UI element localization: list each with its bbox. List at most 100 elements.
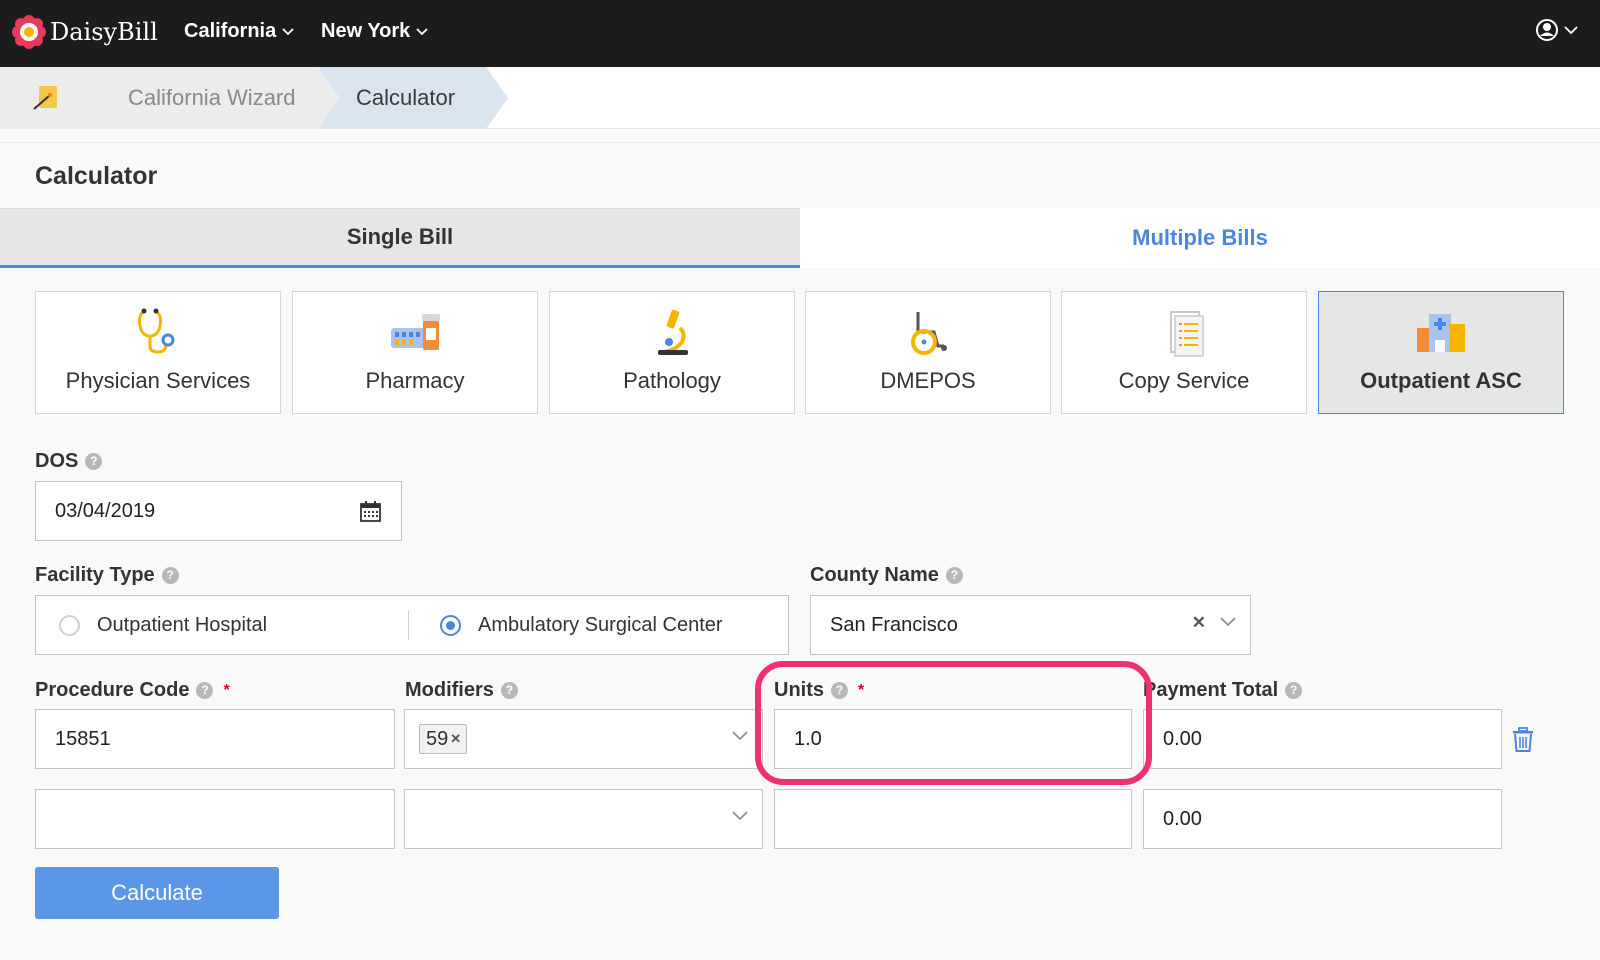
breadcrumb-home[interactable] xyxy=(0,67,92,129)
remove-tag-icon[interactable]: ✕ xyxy=(450,731,461,747)
service-card-label: Physician Services xyxy=(65,368,251,393)
radio-button[interactable] xyxy=(59,614,80,636)
bill-tabs: Single Bill Multiple Bills xyxy=(0,208,1600,268)
facility-type-label-text: Facility Type xyxy=(35,564,155,586)
radio-button-selected[interactable] xyxy=(440,614,461,636)
facility-type-label: Facility Type ? xyxy=(35,564,179,587)
calendar-icon[interactable] xyxy=(360,501,381,522)
help-icon[interactable]: ? xyxy=(1285,682,1303,699)
service-card-label: Pathology xyxy=(623,368,721,393)
divider xyxy=(0,142,1600,143)
radio-option-ambulatory-surgical-center[interactable]: Ambulatory Surgical Center xyxy=(440,596,723,654)
daisy-logo-icon xyxy=(12,15,46,49)
dos-label: DOS ? xyxy=(35,450,103,473)
dos-label-text: DOS xyxy=(35,450,79,472)
stethoscope-icon xyxy=(138,308,175,354)
procedure-code-input[interactable]: 15851 xyxy=(35,709,395,769)
breadcrumb: California Wizard Calculator xyxy=(0,67,1600,129)
procedure-code-label: Procedure Code ? * xyxy=(35,679,230,702)
service-card-label: Pharmacy xyxy=(365,368,465,393)
service-card-dmepos[interactable]: DMEPOS xyxy=(805,291,1051,414)
service-card-copy-service[interactable]: Copy Service xyxy=(1061,291,1307,414)
help-icon[interactable]: ? xyxy=(945,567,963,584)
service-card-outpatient-asc[interactable]: Outpatient ASC xyxy=(1318,291,1564,414)
breadcrumb-item-calculator[interactable]: Calculator xyxy=(318,67,486,129)
top-navbar: DaisyBill California New York xyxy=(0,0,1600,67)
units-input[interactable]: 1.0 xyxy=(774,709,1132,769)
chevron-down-icon[interactable] xyxy=(732,811,748,821)
tab-single-bill[interactable]: Single Bill xyxy=(0,208,800,268)
modifier-tag-label: 59 xyxy=(426,727,449,750)
modifiers-select[interactable]: 59 ✕ xyxy=(404,709,763,769)
service-card-physician-services[interactable]: Physician Services xyxy=(35,291,281,414)
user-menu[interactable] xyxy=(1535,18,1578,42)
help-icon[interactable]: ? xyxy=(196,682,214,699)
nav-menu-california[interactable]: California xyxy=(184,20,294,43)
chevron-down-icon xyxy=(1564,25,1578,34)
breadcrumb-separator xyxy=(318,67,340,129)
wizard-home-icon xyxy=(33,86,57,110)
dos-value: 03/04/2019 xyxy=(55,499,156,522)
microscope-icon xyxy=(658,309,688,355)
units-value: 1.0 xyxy=(794,727,822,750)
payment-total-value: 0.00 xyxy=(1163,727,1202,750)
required-marker: * xyxy=(223,681,230,699)
help-icon[interactable]: ? xyxy=(85,453,103,470)
breadcrumb-separator xyxy=(486,67,508,129)
page-title: Calculator xyxy=(35,162,158,190)
units-label-text: Units xyxy=(774,679,824,701)
divider xyxy=(408,610,409,640)
breadcrumb-item-california-wizard[interactable]: California Wizard xyxy=(92,67,322,129)
nav-menu-label: New York xyxy=(321,20,411,42)
service-card-label: Copy Service xyxy=(1118,368,1250,393)
payment-total-field: 0.00 xyxy=(1143,709,1502,769)
trash-icon[interactable] xyxy=(1512,727,1534,753)
service-card-pharmacy[interactable]: Pharmacy xyxy=(292,291,538,414)
payment-total-value: 0.00 xyxy=(1163,807,1202,830)
hospital-icon xyxy=(1417,314,1465,352)
brand-name: DaisyBill xyxy=(50,18,158,46)
radio-option-label: Ambulatory Surgical Center xyxy=(478,613,723,636)
payment-total-label-text: Payment Total xyxy=(1143,679,1279,701)
wheelchair-icon xyxy=(911,312,947,355)
brand-logo[interactable]: DaisyBill xyxy=(12,15,158,49)
dos-date-field[interactable]: 03/04/2019 xyxy=(35,481,402,541)
pharmacy-icon xyxy=(391,314,440,350)
tab-multiple-bills[interactable]: Multiple Bills xyxy=(800,208,1600,268)
calculate-button[interactable]: Calculate xyxy=(35,867,279,919)
radio-option-label: Outpatient Hospital xyxy=(97,613,268,636)
chevron-down-icon[interactable] xyxy=(1220,617,1236,627)
payment-total-label: Payment Total ? xyxy=(1143,679,1303,702)
chevron-down-icon xyxy=(416,24,428,39)
chevron-down-icon xyxy=(282,24,294,39)
county-name-label: County Name ? xyxy=(810,564,963,587)
units-input[interactable] xyxy=(774,789,1132,849)
county-select[interactable]: San Francisco ✕ xyxy=(810,595,1251,655)
service-card-label: DMEPOS xyxy=(880,368,976,393)
procedure-code-value: 15851 xyxy=(55,727,111,750)
clear-icon[interactable]: ✕ xyxy=(1192,613,1206,633)
procedure-code-label-text: Procedure Code xyxy=(35,679,190,701)
service-card-label: Outpatient ASC xyxy=(1360,368,1522,393)
help-icon[interactable]: ? xyxy=(831,682,848,699)
units-label: Units ? * xyxy=(774,679,864,702)
modifiers-label: Modifiers ? xyxy=(405,679,518,702)
county-value: San Francisco xyxy=(830,613,958,636)
nav-menu-label: California xyxy=(184,20,277,42)
procedure-code-input[interactable] xyxy=(35,789,395,849)
service-card-pathology[interactable]: Pathology xyxy=(549,291,795,414)
modifiers-label-text: Modifiers xyxy=(405,679,494,701)
modifier-tag: 59 ✕ xyxy=(419,724,468,754)
facility-type-radio-group: Outpatient Hospital Ambulatory Surgical … xyxy=(35,595,789,655)
help-icon[interactable]: ? xyxy=(500,682,518,699)
chevron-down-icon[interactable] xyxy=(732,731,748,741)
required-marker: * xyxy=(858,681,865,699)
county-name-label-text: County Name xyxy=(810,564,939,586)
modifiers-select[interactable] xyxy=(404,789,763,849)
document-icon xyxy=(1170,311,1204,357)
nav-menu-new-york[interactable]: New York xyxy=(321,20,428,43)
payment-total-field: 0.00 xyxy=(1143,789,1502,849)
radio-option-outpatient-hospital[interactable]: Outpatient Hospital xyxy=(59,596,267,654)
help-icon[interactable]: ? xyxy=(161,567,179,584)
user-avatar-icon xyxy=(1536,19,1558,41)
